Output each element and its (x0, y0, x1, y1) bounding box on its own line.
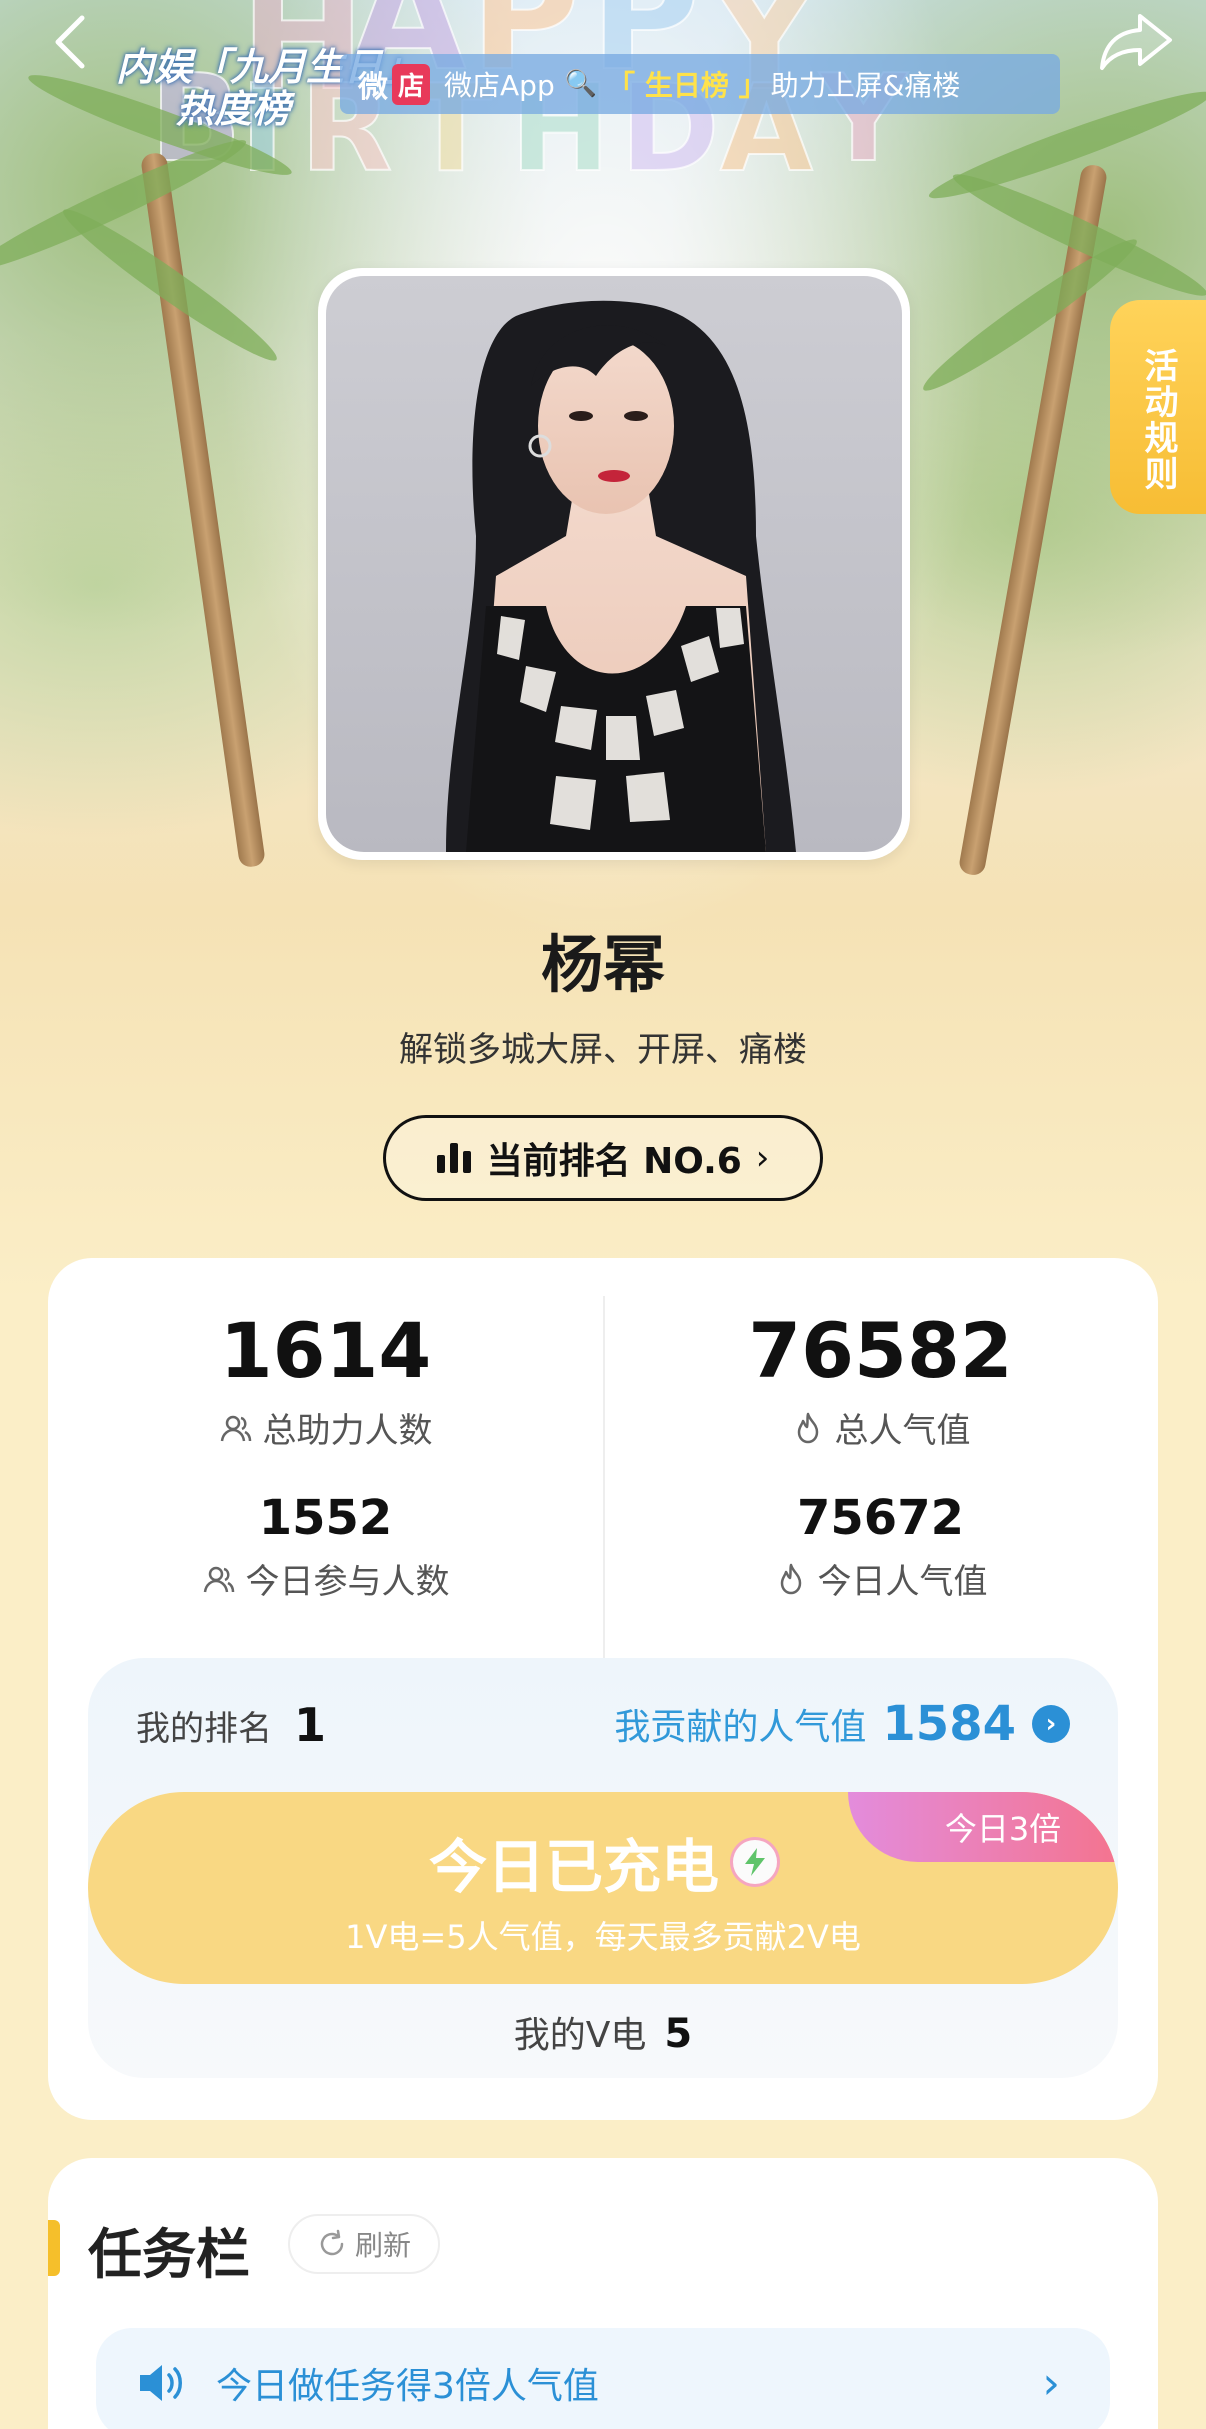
today-participants-value: 1552 (258, 1490, 393, 1546)
star-subtitle: 解锁多城大屏、开屏、痛楼 (399, 1030, 807, 1070)
star-portrait-illustration (446, 300, 796, 852)
weidian-logo-text: 微 (358, 70, 388, 105)
task-row-text: 今日做任务得3倍人气值 (216, 2366, 599, 2407)
rank-chart-icon (436, 1143, 471, 1173)
charge-description: 1V电=5人气值，每天最多贡献2V电 (345, 1918, 861, 1956)
top-bar: 内娱「九月生日」 热度榜 微 店 微店App 🔍 「 生日榜 」 助力上屏&痛楼 (0, 0, 1206, 140)
my-contribution-label: 我贡献的人气值 (614, 1707, 867, 1748)
my-contribution-panel: 我的排名 1 我贡献的人气值 1584 › 今日3倍 今日已充电 1V电=5人气… (88, 1658, 1118, 2078)
total-popularity-value: 76582 (748, 1306, 1013, 1395)
current-rank-label: 当前排名 NO.6 (486, 1141, 742, 1182)
weidian-logo-badge: 店 (392, 63, 431, 105)
my-v-label: 我的V电 (513, 2015, 647, 2056)
task-title-accent (48, 2220, 60, 2276)
my-v-value: 5 (664, 2011, 693, 2057)
chevron-right-icon: › (755, 1138, 770, 1178)
total-supporters-stat: 1614 总助力人数 (48, 1306, 603, 1452)
event-logo: 内娱「九月生日」 热度榜 (116, 44, 421, 131)
refresh-icon (320, 2229, 344, 2256)
task-title: 任务栏 (88, 2223, 250, 2286)
total-popularity-label: 总人气值 (834, 1411, 971, 1451)
search-icon: 🔍 (564, 69, 598, 99)
task-card: 任务栏 刷新 今日做任务得3倍人气值 › (48, 2158, 1158, 2429)
banner-highlight: 「 生日榜 」 (607, 69, 767, 102)
banner-app-text: 微店App (444, 69, 555, 102)
star-photo (326, 276, 902, 852)
charge-button[interactable]: 今日3倍 今日已充电 1V电=5人气值，每天最多贡献2V电 (88, 1792, 1118, 1984)
share-icon (1100, 14, 1172, 70)
share-button[interactable] (1096, 10, 1176, 74)
refresh-button[interactable]: 刷新 (288, 2214, 440, 2274)
stats-card: 1614 总助力人数 76582 总人气值 1552 今日参与人数 75672 … (48, 1258, 1158, 2120)
chevron-right-circle-icon: › (1032, 1705, 1070, 1743)
my-rank: 我的排名 1 (136, 1698, 326, 1752)
my-v-power: 我的V电 5 (88, 2006, 1118, 2058)
today-participants-stat: 1552 今日参与人数 (48, 1490, 603, 1603)
total-supporters-value: 1614 (219, 1306, 432, 1395)
speaker-icon (140, 2365, 182, 2401)
total-popularity-stat: 76582 总人气值 (603, 1306, 1158, 1452)
banner-suffix: 助力上屏&痛楼 (770, 69, 961, 102)
refresh-label: 刷新 (354, 2229, 411, 2262)
my-rank-value: 1 (294, 1698, 327, 1752)
promo-banner[interactable]: 微 店 微店App 🔍 「 生日榜 」 助力上屏&痛楼 (340, 54, 1060, 114)
current-rank-button[interactable]: 当前排名 NO.6 › (383, 1115, 823, 1201)
flame-icon (797, 1412, 818, 1443)
task-triple-row[interactable]: 今日做任务得3倍人气值 › (96, 2328, 1110, 2429)
total-supporters-label: 总助力人数 (262, 1411, 433, 1451)
star-photo-frame (318, 268, 910, 860)
activity-rules-tab[interactable]: 活动规则 (1110, 300, 1206, 514)
today-popularity-label: 今日人气值 (817, 1562, 988, 1602)
back-button[interactable] (44, 12, 104, 72)
my-contribution-link[interactable]: 我贡献的人气值 1584 › (614, 1696, 1070, 1752)
charge-title: 今日已充电 (428, 1833, 719, 1901)
today-participants-label: 今日参与人数 (245, 1562, 450, 1602)
today-popularity-value: 75672 (797, 1490, 964, 1546)
chevron-left-icon (55, 15, 85, 69)
users-icon (220, 1415, 251, 1441)
my-rank-label: 我的排名 (136, 1708, 272, 1749)
flame-icon (780, 1563, 801, 1594)
star-name: 杨幂 (540, 928, 665, 1001)
users-icon (203, 1566, 234, 1592)
my-contribution-value: 1584 (882, 1696, 1016, 1752)
lightning-bolt-icon (733, 1840, 777, 1884)
today-popularity-stat: 75672 今日人气值 (603, 1490, 1158, 1603)
chevron-right-icon: › (1042, 2357, 1060, 2409)
